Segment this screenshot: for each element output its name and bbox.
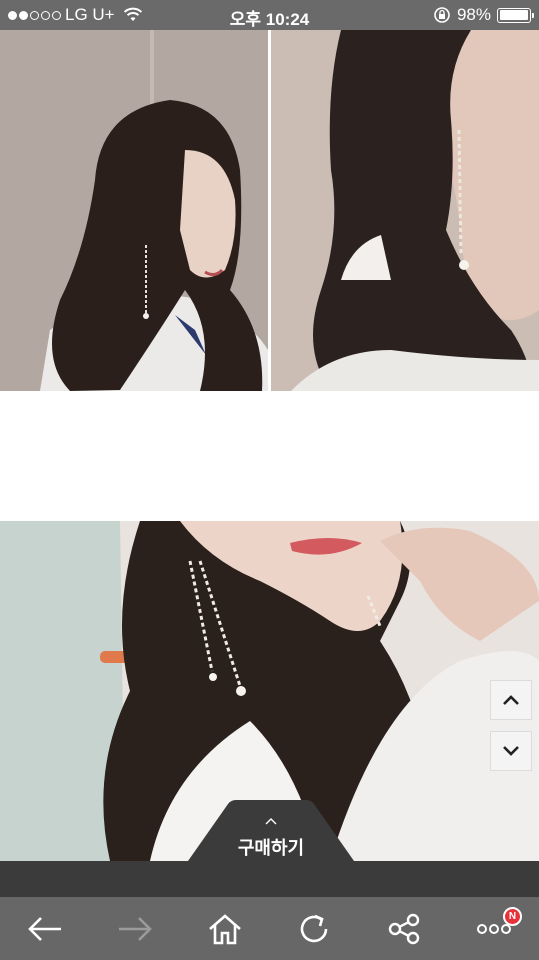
scroll-to-top-button[interactable] (490, 680, 532, 720)
chevron-down-icon (503, 746, 519, 756)
battery-icon (497, 7, 534, 23)
home-icon (208, 913, 241, 944)
rotation-lock-icon (434, 7, 450, 23)
refresh-icon (301, 914, 328, 942)
buy-label: 구매하기 (237, 838, 305, 859)
chevron-up-icon (503, 695, 519, 705)
back-arrow-icon (28, 916, 61, 941)
notification-badge: N (503, 906, 523, 926)
forward-arrow-icon (118, 916, 152, 941)
share-icon (389, 913, 420, 944)
buy-button[interactable]: 구매하기 (188, 800, 354, 861)
battery-percent: 98% (456, 5, 491, 24)
home-button[interactable] (195, 899, 255, 959)
scroll-to-bottom-button[interactable] (490, 731, 532, 771)
refresh-button[interactable] (284, 899, 344, 959)
share-button[interactable] (374, 899, 434, 959)
forward-button[interactable] (105, 899, 165, 959)
back-button[interactable] (15, 899, 75, 959)
status-bar: LG U+ 오후 10:24 98% (0, 0, 539, 30)
chevron-up-icon (265, 818, 277, 825)
battery-area: 98% (433, 5, 534, 25)
browser-toolbar: N (0, 897, 539, 960)
content-gap (0, 391, 539, 521)
product-photo (0, 30, 268, 391)
buy-bar (0, 861, 539, 897)
more-button[interactable]: N (464, 899, 524, 959)
product-photo (271, 30, 539, 391)
